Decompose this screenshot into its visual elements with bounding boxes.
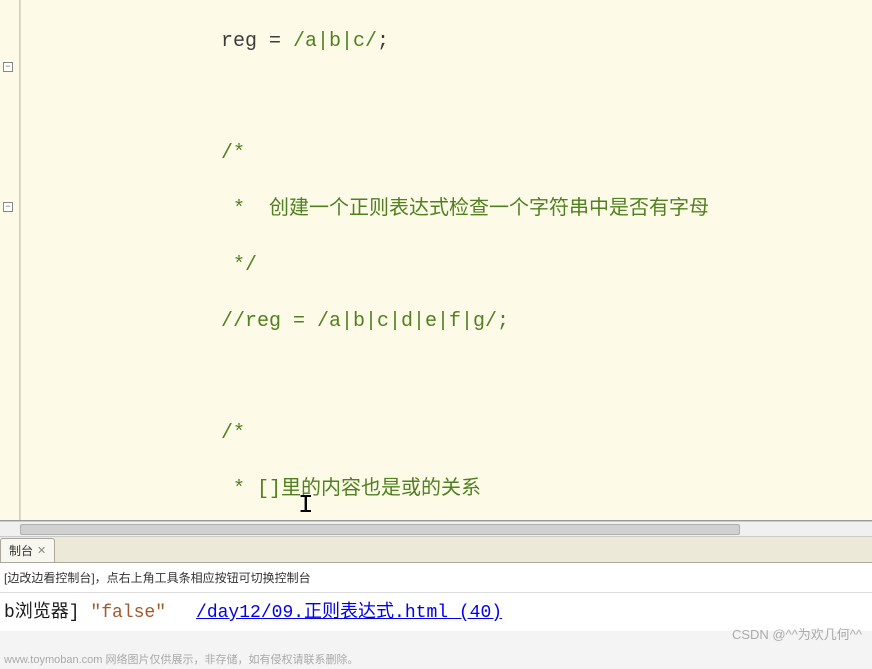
panel-hint-text: [边改边看控制台]，点右上角工具条相应按钮可切换控制台: [0, 563, 872, 593]
code-line[interactable]: //reg = /a|b|c|d|e|f|g/;: [221, 308, 872, 336]
panel-tabs: 制台 ✕: [0, 537, 872, 563]
console-value: "false": [90, 603, 166, 623]
code-line[interactable]: /*: [221, 420, 872, 448]
code-line[interactable]: * 创建一个正则表达式检查一个字符串中是否有字母: [221, 196, 872, 224]
console-source-link[interactable]: /day12/09.正则表达式.html (40): [196, 597, 502, 623]
code-line[interactable]: reg = /a|b|c/;: [221, 28, 872, 56]
console-output-row: b浏览器] "false" /day12/09.正则表达式.html (40): [0, 593, 872, 631]
close-icon[interactable]: ✕: [37, 544, 46, 557]
code-line[interactable]: */: [221, 252, 872, 280]
code-editor[interactable]: − − reg = /a|b|c/; /* * 创建一个正则表达式检查一个字符串…: [0, 0, 872, 520]
code-content[interactable]: reg = /a|b|c/; /* * 创建一个正则表达式检查一个字符串中是否有…: [20, 0, 872, 520]
console-panel: 制台 ✕ [边改边看控制台]，点右上角工具条相应按钮可切换控制台 b浏览器] "…: [0, 520, 872, 669]
fold-toggle-icon[interactable]: −: [3, 62, 13, 72]
code-line[interactable]: * []里的内容也是或的关系: [221, 476, 872, 504]
tab-label: 制台: [9, 542, 33, 559]
console-tab[interactable]: 制台 ✕: [0, 538, 55, 562]
fold-toggle-icon[interactable]: −: [3, 202, 13, 212]
console-source: b浏览器]: [4, 603, 90, 623]
code-line[interactable]: [221, 364, 872, 392]
code-line[interactable]: /*: [221, 140, 872, 168]
fold-gutter: − −: [0, 0, 20, 520]
scrollbar-thumb[interactable]: [20, 524, 740, 535]
horizontal-scrollbar[interactable]: [0, 521, 872, 537]
code-line[interactable]: [221, 84, 872, 112]
